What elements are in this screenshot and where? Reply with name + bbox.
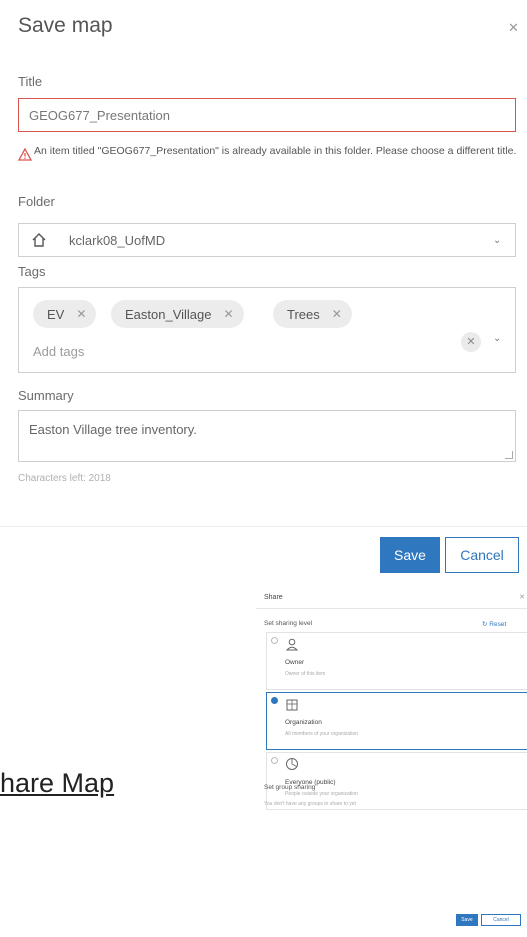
- save-button[interactable]: Save: [380, 537, 440, 573]
- remove-tag-icon[interactable]: ✕: [332, 307, 342, 321]
- share-panel: Share ✕ Set sharing level ↻ Reset Owner …: [256, 586, 527, 937]
- folder-value: kclark08_UofMD: [69, 233, 166, 248]
- chevron-down-icon[interactable]: ⌄: [493, 235, 501, 246]
- divider: [256, 608, 527, 609]
- title-label: Title: [18, 74, 43, 89]
- tag-chip[interactable]: Easton_Village ✕: [111, 300, 244, 328]
- option-name: Organization: [285, 719, 322, 726]
- organization-icon: [286, 699, 298, 711]
- summary-textarea[interactable]: Easton Village tree inventory.: [18, 410, 516, 462]
- option-desc: Owner of this item: [285, 671, 326, 677]
- tags-label: Tags: [18, 264, 46, 279]
- folder-select[interactable]: kclark08_UofMD ⌄: [18, 223, 516, 257]
- clear-tags-icon[interactable]: ✕: [461, 332, 481, 352]
- warning-text: An item titled "GEOG677_Presentation" is…: [34, 145, 517, 157]
- option-desc: All members of your organization: [285, 731, 359, 737]
- share-title: Share: [264, 594, 283, 601]
- reset-label: Reset: [489, 621, 507, 628]
- share-cancel-button[interactable]: Cancel: [481, 914, 521, 926]
- tag-chip-label: Trees: [287, 306, 320, 322]
- tags-input[interactable]: EV ✕ Easton_Village ✕ Trees ✕ Add tags ✕…: [18, 287, 516, 373]
- sharing-option-owner[interactable]: Owner Owner of this item: [266, 632, 527, 690]
- divider: [0, 526, 527, 527]
- radio-button[interactable]: [271, 757, 278, 764]
- sharing-level-label: Set sharing level: [264, 620, 313, 627]
- dialog-title: Save map: [18, 14, 113, 37]
- remove-tag-icon[interactable]: ✕: [224, 307, 234, 321]
- remove-tag-icon[interactable]: ✕: [76, 307, 86, 321]
- warning-icon: [18, 148, 32, 161]
- group-sharing-desc: You don't have any groups to share to ye…: [264, 801, 356, 807]
- chevron-down-icon[interactable]: ⌄: [493, 333, 501, 344]
- tag-chip-label: EV: [47, 306, 65, 322]
- option-name: Owner: [285, 659, 305, 666]
- title-input[interactable]: GEOG677_Presentation: [18, 98, 516, 132]
- share-save-button[interactable]: Save: [456, 914, 478, 926]
- group-sharing-label: Set group sharing: [264, 784, 316, 791]
- close-icon[interactable]: ✕: [508, 20, 519, 36]
- reset-link[interactable]: ↻ Reset: [482, 620, 506, 628]
- radio-button[interactable]: [271, 637, 278, 644]
- user-icon: [285, 638, 299, 651]
- tags-placeholder: Add tags: [33, 344, 85, 359]
- folder-label: Folder: [18, 194, 55, 209]
- tag-chip[interactable]: EV ✕: [33, 300, 97, 328]
- summary-label: Summary: [18, 388, 74, 403]
- slide-heading: hare Map: [0, 768, 115, 798]
- close-icon[interactable]: ✕: [519, 593, 525, 601]
- summary-value: Easton Village tree inventory.: [29, 422, 197, 437]
- tag-chip-label: Easton_Village: [125, 306, 212, 322]
- tag-chip[interactable]: Trees ✕: [273, 300, 352, 328]
- sharing-option-organization[interactable]: Organization All members of your organiz…: [266, 692, 527, 750]
- globe-icon: [286, 758, 298, 770]
- radio-button[interactable]: [271, 697, 278, 704]
- cancel-button[interactable]: Cancel: [445, 537, 519, 573]
- chars-left: Characters left: 2018: [18, 473, 111, 484]
- home-icon: [32, 233, 46, 247]
- resize-handle-icon[interactable]: [505, 451, 513, 459]
- option-desc: People outside your organization: [285, 791, 358, 797]
